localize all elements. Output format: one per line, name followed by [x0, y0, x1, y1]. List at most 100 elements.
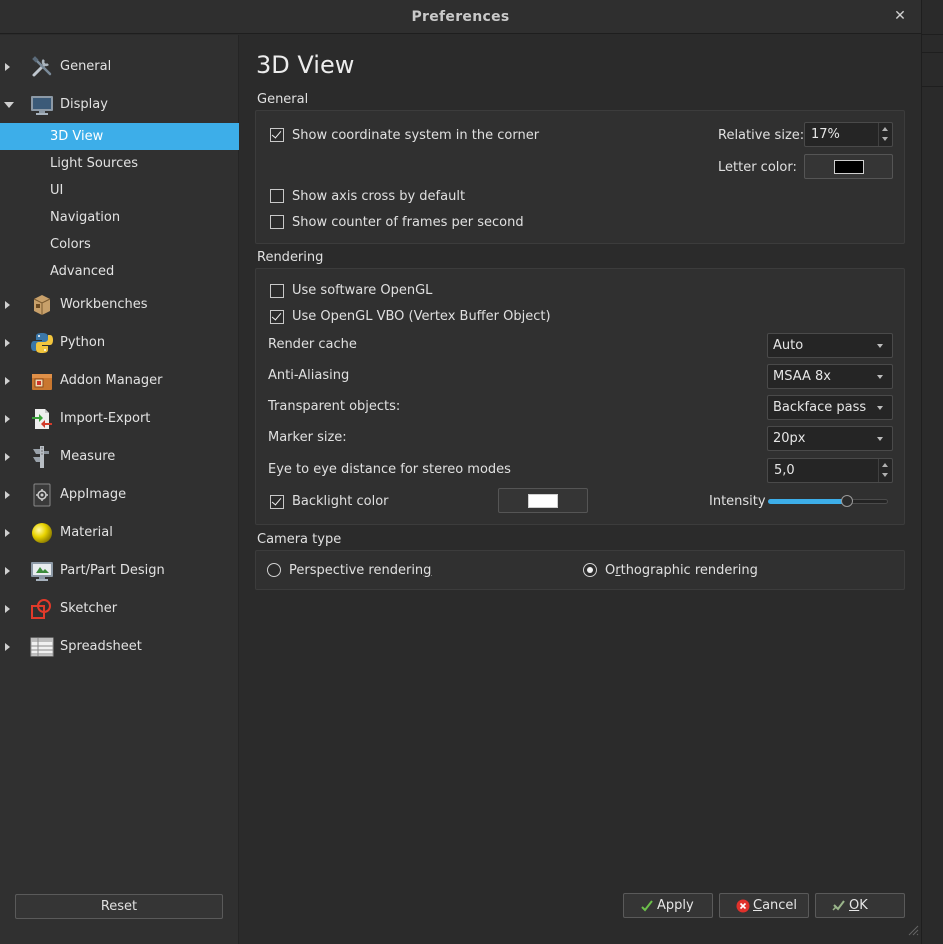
sidebar-item-python[interactable]: Python	[0, 329, 239, 356]
marker-size-value: 20px	[773, 431, 806, 446]
expand-arrow-icon[interactable]	[5, 490, 13, 500]
part-design-icon	[31, 561, 53, 581]
cancel-icon	[736, 899, 750, 913]
page-title: 3D View	[256, 51, 355, 79]
sidebar-subitem-advanced[interactable]: Advanced	[0, 258, 239, 285]
perspective-rendering-radio[interactable]	[267, 563, 281, 577]
section-heading-rendering: Rendering	[257, 250, 324, 265]
expand-arrow-icon[interactable]	[5, 604, 13, 614]
resize-grip-icon[interactable]	[907, 924, 919, 936]
sidebar-item-appimage[interactable]: AppImage	[0, 481, 239, 508]
sidebar-subitem-ui[interactable]: UI	[0, 177, 239, 204]
sidebar-item-label: Import-Export	[60, 411, 151, 426]
perspective-rendering-label: Perspective rendering	[289, 563, 431, 578]
background-window-edge	[921, 0, 943, 944]
checkmark-icon	[641, 900, 653, 912]
label-text: thographic rendering	[620, 563, 758, 578]
sidebar-item-label: Display	[60, 97, 108, 112]
ok-icon	[832, 900, 845, 911]
slider-handle[interactable]	[841, 495, 853, 507]
spreadsheet-icon	[30, 637, 54, 656]
expand-arrow-icon[interactable]	[5, 452, 13, 462]
expand-arrow-icon[interactable]	[5, 62, 13, 72]
expand-arrow-icon[interactable]	[5, 300, 13, 310]
general-group: Show coordinate system in the corner Rel…	[255, 110, 905, 244]
show-fps-checkbox[interactable]	[270, 215, 284, 229]
intensity-slider[interactable]	[768, 493, 888, 509]
sidebar-item-sketcher[interactable]: Sketcher	[0, 595, 239, 622]
marker-size-dropdown[interactable]: 20px	[767, 426, 893, 451]
camera-type-group: Perspective rendering Orthographic rende…	[255, 550, 905, 590]
ok-button[interactable]: OK	[815, 893, 905, 918]
sidebar-subitem-colors[interactable]: Colors	[0, 231, 239, 258]
spin-down-icon[interactable]	[882, 137, 888, 141]
spin-down-icon[interactable]	[882, 473, 888, 477]
chevron-down-icon	[877, 406, 883, 410]
sidebar-item-material[interactable]: Material	[0, 519, 239, 546]
show-axis-cross-checkbox[interactable]	[270, 189, 284, 203]
spin-up-icon[interactable]	[882, 127, 888, 131]
label-mnemonic: g	[423, 563, 432, 578]
transparent-objects-dropdown[interactable]: Backface pass	[767, 395, 893, 420]
sidebar-item-general[interactable]: General	[0, 53, 239, 80]
apply-button[interactable]: Apply	[623, 893, 713, 918]
backlight-color-swatch	[528, 493, 558, 508]
show-coordinate-system-label: Show coordinate system in the corner	[292, 128, 540, 143]
sidebar-subitem-navigation[interactable]: Navigation	[0, 204, 239, 231]
label-text: O	[605, 563, 616, 578]
python-icon	[31, 332, 53, 353]
sidebar-subitem-label: 3D View	[50, 129, 104, 144]
eye-distance-spinbox[interactable]: 5,0	[767, 458, 893, 483]
sidebar-subitem-3d-view[interactable]: 3D View	[0, 123, 239, 150]
appimage-icon	[33, 483, 51, 506]
sketcher-icon	[31, 598, 51, 619]
sidebar-item-label: Material	[60, 525, 113, 540]
expand-arrow-icon[interactable]	[5, 566, 13, 576]
sidebar-item-display[interactable]: Display	[0, 91, 239, 118]
show-axis-cross-label: Show axis cross by default	[292, 189, 466, 204]
close-button[interactable]: ✕	[891, 7, 909, 25]
software-opengl-checkbox[interactable]	[270, 284, 284, 298]
expand-arrow-icon[interactable]	[5, 642, 13, 652]
chevron-down-icon	[877, 344, 883, 348]
sidebar-item-import-export[interactable]: Import-Export	[0, 405, 239, 432]
letter-color-button[interactable]	[804, 154, 893, 179]
apply-label: Apply	[657, 898, 694, 913]
monitor-icon	[31, 95, 53, 115]
sidebar-item-label: Measure	[60, 449, 116, 464]
expand-arrow-icon[interactable]	[5, 338, 13, 348]
expand-arrow-icon[interactable]	[5, 414, 13, 424]
sidebar-item-addon-manager[interactable]: Addon Manager	[0, 367, 239, 394]
orthographic-rendering-radio[interactable]	[583, 563, 597, 577]
cancel-button[interactable]: Cancel	[719, 893, 809, 918]
preferences-sidebar: General Display 3D View Light Sources UI…	[0, 35, 239, 944]
relative-size-spinbox[interactable]: 17%	[804, 122, 893, 147]
spin-buttons[interactable]	[878, 123, 892, 146]
sidebar-item-workbenches[interactable]: Workbenches	[0, 291, 239, 318]
sidebar-item-part-design[interactable]: Part/Part Design	[0, 557, 239, 584]
backlight-color-button[interactable]	[498, 488, 588, 513]
sidebar-item-measure[interactable]: Measure	[0, 443, 239, 470]
show-coordinate-system-checkbox[interactable]	[270, 128, 284, 142]
section-heading-camera-type: Camera type	[257, 532, 342, 547]
expand-arrow-icon[interactable]	[5, 376, 13, 386]
backlight-color-checkbox[interactable]	[270, 495, 284, 509]
anti-aliasing-dropdown[interactable]: MSAA 8x	[767, 364, 893, 389]
sidebar-subitem-label: Light Sources	[50, 156, 138, 171]
sidebar-item-spreadsheet[interactable]: Spreadsheet	[0, 633, 239, 660]
addon-manager-icon	[32, 373, 52, 390]
letter-color-swatch	[833, 159, 864, 174]
spin-up-icon[interactable]	[882, 463, 888, 467]
opengl-vbo-checkbox[interactable]	[270, 310, 284, 324]
sidebar-subitem-light-sources[interactable]: Light Sources	[0, 150, 239, 177]
reset-button[interactable]: Reset	[15, 894, 223, 919]
render-cache-dropdown[interactable]: Auto	[767, 333, 893, 358]
render-cache-label: Render cache	[268, 337, 357, 352]
collapse-arrow-icon[interactable]	[4, 100, 14, 110]
expand-arrow-icon[interactable]	[5, 528, 13, 538]
spin-buttons[interactable]	[878, 459, 892, 482]
show-fps-label: Show counter of frames per second	[292, 215, 524, 230]
window-title: Preferences	[411, 9, 510, 25]
backlight-color-label: Backlight color	[292, 494, 389, 509]
section-heading-general: General	[257, 92, 309, 107]
